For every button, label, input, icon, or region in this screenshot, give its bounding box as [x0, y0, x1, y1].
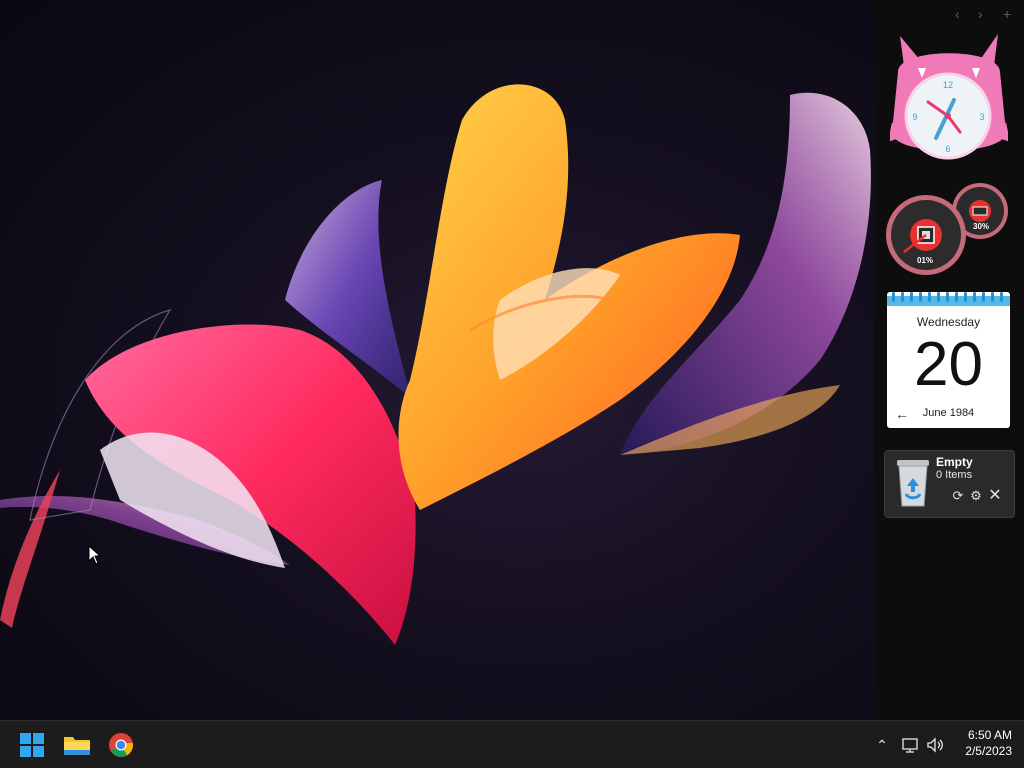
refresh-icon[interactable]: ⟳	[950, 488, 966, 504]
windows-logo-icon[interactable]	[16, 729, 48, 761]
clock-numeral-6: 6	[945, 144, 950, 154]
clock-numeral-3: 3	[979, 112, 984, 122]
clock-face: 12 3 6 9	[888, 34, 1010, 160]
chevron-up-icon[interactable]: ⌃	[872, 735, 892, 755]
cpu-percent-label: 01%	[917, 256, 934, 265]
network-icon[interactable]	[900, 735, 920, 755]
mouse-cursor-icon	[88, 545, 102, 565]
recycle-bin-icon[interactable]	[893, 456, 933, 510]
calendar-month-year: June 1984	[922, 407, 975, 419]
desktop[interactable]	[0, 0, 875, 720]
chevron-right-icon[interactable]: ›	[978, 6, 983, 22]
gear-icon[interactable]: ⚙	[968, 488, 984, 504]
taskbar: ⌃ 6:50 AM 2/5/2023	[0, 720, 1024, 768]
clock-numeral-12: 12	[943, 80, 953, 90]
calendar-gadget[interactable]: Wednesday 20 ← June 1984	[887, 292, 1010, 428]
close-icon[interactable]: ✕	[987, 488, 1003, 504]
recycle-bin-gadget[interactable]: Empty 0 Items ⟳ ⚙ ✕	[884, 450, 1015, 518]
chevron-left-icon[interactable]: ‹	[955, 6, 960, 22]
clock-numeral-9: 9	[912, 112, 917, 122]
taskbar-time: 6:50 AM	[967, 728, 1012, 742]
clock-gadget[interactable]: 12 3 6 9	[888, 32, 1010, 162]
recycle-bin-status: Empty	[936, 455, 973, 469]
calendar-rings	[887, 292, 1010, 306]
plus-icon[interactable]: +	[1003, 6, 1011, 22]
ram-percent-label: 30%	[973, 222, 990, 231]
calendar-weekday: Wednesday	[916, 315, 981, 329]
taskbar-clock[interactable]: 6:50 AM 2/5/2023	[948, 727, 1012, 759]
chrome-icon[interactable]	[105, 729, 137, 761]
recycle-bin-count: 0 Items	[936, 469, 973, 481]
taskbar-date: 2/5/2023	[965, 744, 1012, 758]
calendar-day-number: 20	[914, 330, 983, 399]
cpu-ram-meter-gadget[interactable]: 01% 30%	[884, 180, 1010, 276]
folder-icon[interactable]	[61, 729, 93, 761]
meter-dials	[886, 183, 1008, 275]
wallpaper-image	[0, 84, 871, 645]
volume-icon[interactable]	[925, 735, 945, 755]
